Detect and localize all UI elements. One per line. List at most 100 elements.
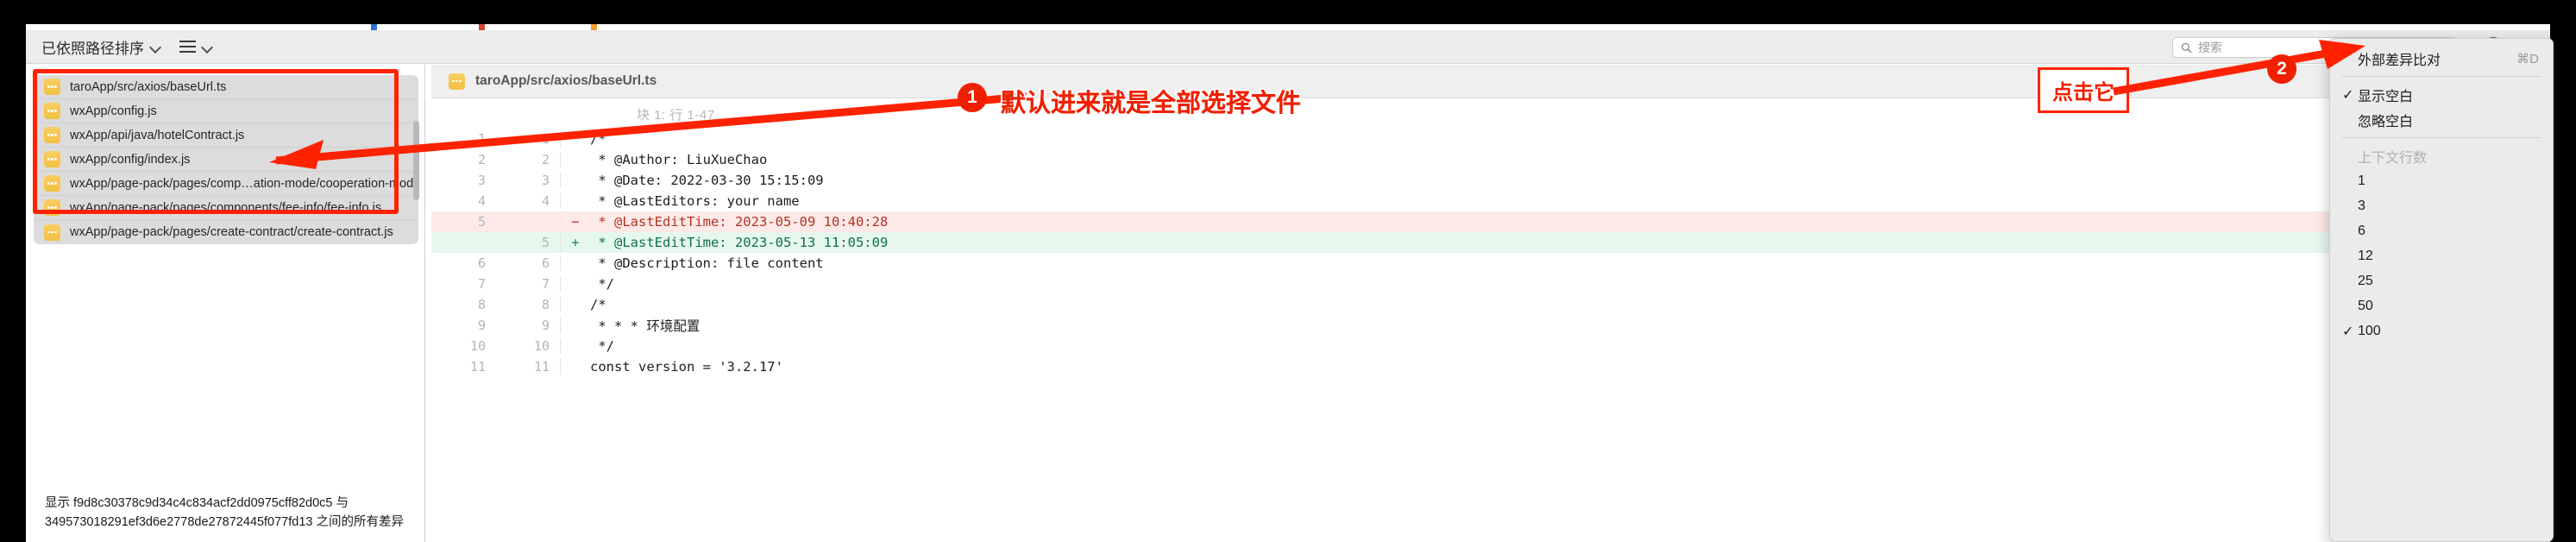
tab-mark-blue: [371, 24, 377, 30]
file-list-item[interactable]: wxApp/config.js: [34, 99, 418, 123]
diff-line[interactable]: 22 * @Author: LiuXueChao: [431, 149, 2550, 170]
file-list-pane: taroApp/src/axios/baseUrl.ts wxApp/config…: [26, 65, 424, 542]
menu-item[interactable]: 50: [2330, 293, 2553, 318]
diff-old-line-number: 4: [477, 193, 486, 209]
diff-new-line-number: 11: [496, 359, 561, 375]
diff-change-sign: −: [571, 214, 580, 230]
menu-item-label: 12: [2358, 248, 2373, 263]
hunk-label: 块 1: 行 1-47: [637, 108, 715, 123]
diff-line-text: * @Description: file content: [590, 255, 824, 271]
file-list-item-label: taroApp/src/axios/baseUrl.ts: [70, 79, 227, 94]
sort-order-label: 已依照路径排序: [41, 40, 144, 57]
diff-new-line-number: 7: [496, 276, 561, 292]
diff-line-text: * @LastEditTime: 2023-05-09 10:40:28: [590, 214, 889, 230]
diff-line-text: */: [590, 276, 614, 292]
menu-item-label: 忽略空白: [2358, 114, 2414, 129]
diff-line[interactable]: 5 + * @LastEditTime: 2023-05-13 11:05:09: [431, 232, 2550, 253]
diff-line-text: */: [590, 338, 614, 354]
chevron-down-icon: [150, 41, 160, 52]
menu-item[interactable]: 6: [2330, 218, 2553, 243]
search-icon: [2181, 42, 2192, 53]
diff-new-line-number: 1: [496, 131, 561, 147]
modified-file-icon: [44, 224, 60, 241]
diff-line[interactable]: 77 */: [431, 274, 2550, 294]
menu-item-label: 外部差异比对: [2358, 53, 2441, 68]
pane-divider: [424, 65, 425, 542]
screenshot-root: 已依照路径排序 搜索 taroApp/src/axios/baseUrl.ts …: [0, 0, 2576, 542]
file-list-item-label: wxApp/api/java/hotelContract.js: [70, 128, 245, 142]
diff-line-text: /*: [590, 297, 606, 312]
checkmark-icon: ✓: [2342, 324, 2354, 339]
diff-old-line-number: 1: [477, 131, 486, 147]
diff-new-line-number: 2: [496, 152, 561, 167]
toolbar: 已依照路径排序 搜索: [26, 30, 2550, 64]
modified-file-icon: [44, 79, 60, 95]
diff-new-line-number: 6: [496, 255, 561, 271]
file-list-item[interactable]: wxApp/page-pack/pages/create-contract/cr…: [34, 220, 418, 244]
diff-old-line-number: 2: [477, 152, 486, 167]
status-line-1: 显示 f9d8c30378c9d34c4c834acf2dd0975cff82d…: [45, 496, 349, 510]
diff-line[interactable]: 8 8 /*: [431, 294, 2550, 315]
window-top-strip: [26, 24, 2550, 30]
file-list-scrollbar[interactable]: [413, 121, 419, 200]
menu-separator: [2342, 137, 2541, 138]
diff-old-line-number: 9: [477, 318, 486, 333]
diff-old-line-number: 3: [477, 173, 486, 188]
menu-item[interactable]: 3: [2330, 193, 2553, 218]
menu-item[interactable]: 1: [2330, 168, 2553, 193]
file-list-item[interactable]: wxApp/api/java/hotelContract.js: [34, 123, 418, 148]
file-list-item[interactable]: wxApp/config/index.js: [34, 148, 418, 172]
menu-item-label: 100: [2358, 323, 2381, 338]
diff-file-header: taroApp/src/axios/baseUrl.ts: [431, 65, 2550, 98]
modified-file-icon: [44, 199, 60, 216]
app-window: 已依照路径排序 搜索 taroApp/src/axios/baseUrl.ts …: [26, 24, 2550, 542]
diff-old-line-number: 11: [469, 359, 486, 375]
diff-line[interactable]: 44 * @LastEditors: your name: [431, 191, 2550, 211]
diff-old-line-number: 6: [477, 255, 486, 271]
diff-old-line-number: 10: [469, 338, 486, 354]
status-text: 显示 f9d8c30378c9d34c4c834acf2dd0975cff82d…: [45, 494, 416, 532]
diff-line[interactable]: 66 * @Description: file content: [431, 253, 2550, 274]
file-list-item[interactable]: taroApp/src/axios/baseUrl.ts: [34, 75, 418, 99]
menu-item-label: 3: [2358, 198, 2366, 213]
menu-item-label: 1: [2358, 173, 2366, 188]
modified-file-icon: [44, 151, 60, 167]
hamburger-icon: [179, 41, 196, 53]
view-mode-dropdown[interactable]: [179, 41, 212, 53]
menu-item[interactable]: 忽略空白: [2330, 107, 2553, 132]
diff-line[interactable]: 11 11 const version = '3.2.17': [431, 356, 2550, 377]
diff-line[interactable]: 33 * @Date: 2022-03-30 15:15:09: [431, 170, 2550, 191]
menu-item-label: 6: [2358, 223, 2366, 238]
diff-new-line-number: 8: [496, 297, 561, 312]
diff-line-text: /*: [590, 131, 606, 147]
diff-code-area[interactable]: 1 1/* 2 2 * @Author: LiuXueChao 3 3 * @Date: …: [431, 129, 2550, 542]
diff-line-text: * * * 环境配置: [590, 318, 701, 334]
file-list-item[interactable]: wxApp/page-pack/pages/comp…ation-mode/co…: [34, 172, 418, 196]
file-list-item-label: wxApp/config/index.js: [70, 152, 191, 167]
file-list-item-label: wxApp/page-pack/pages/components/fee-inf…: [70, 200, 382, 215]
diff-line[interactable]: 10 10 */: [431, 336, 2550, 356]
chevron-down-icon: [202, 41, 212, 52]
menu-section-header: 上下文行数: [2358, 150, 2428, 166]
sort-order-dropdown[interactable]: 已依照路径排序: [41, 36, 160, 58]
file-list-item[interactable]: wxApp/page-pack/pages/components/fee-inf…: [34, 196, 418, 220]
tab-mark-orange: [591, 24, 597, 30]
diff-new-line-number: 9: [496, 318, 561, 333]
diff-line[interactable]: 1 1 /*: [431, 129, 2550, 149]
menu-item[interactable]: 25: [2330, 268, 2553, 293]
menu-item[interactable]: 12: [2330, 243, 2553, 268]
changed-files-list[interactable]: taroApp/src/axios/baseUrl.ts wxApp/config…: [34, 75, 418, 244]
diff-line-text: * @Author: LiuXueChao: [590, 152, 768, 167]
modified-file-icon: [44, 103, 60, 119]
diff-old-line-number: 7: [477, 276, 486, 292]
menu-item-label: 25: [2358, 273, 2373, 288]
menu-item[interactable]: 外部差异比对 ⌘D: [2330, 46, 2553, 71]
diff-options-menu[interactable]: 外部差异比对 ⌘D ✓ 显示空白忽略空白上下文行数 1 3 6 12 25 50 ✓ 100: [2329, 38, 2554, 542]
diff-line[interactable]: 5 − * @LastEditTime: 2023-05-09 10:40:28: [431, 211, 2550, 232]
tab-mark-red: [479, 24, 485, 30]
diff-change-sign: +: [571, 235, 580, 250]
menu-item-label: 50: [2358, 298, 2373, 313]
menu-item[interactable]: ✓ 100: [2330, 318, 2553, 343]
diff-line[interactable]: 99 * * * 环境配置: [431, 315, 2550, 336]
menu-item[interactable]: ✓ 显示空白: [2330, 82, 2553, 107]
